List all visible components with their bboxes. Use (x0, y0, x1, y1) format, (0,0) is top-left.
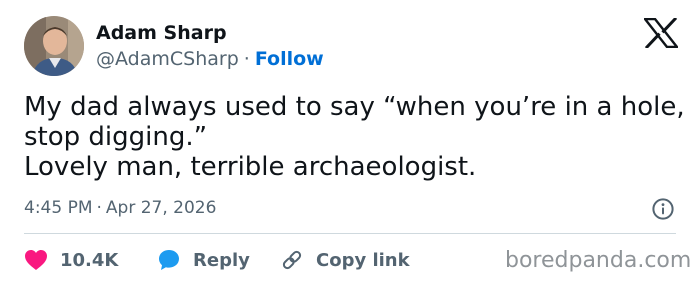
copy-link-button[interactable]: Copy link (280, 246, 410, 274)
follow-button[interactable]: Follow (255, 48, 324, 70)
info-icon[interactable] (651, 197, 675, 221)
author-handle-line: @AdamCSharp · Follow (96, 48, 324, 70)
tweet-time: 4:45 PM (24, 198, 93, 218)
tweet-date: Apr 27, 2026 (105, 198, 217, 218)
watermark: boredpanda.com (505, 248, 692, 273)
like-button[interactable]: 10.4K (24, 246, 118, 274)
tweet-line: Lovely man, terrible archaeologist. (24, 152, 477, 182)
author-name[interactable]: Adam Sharp (96, 22, 227, 44)
tweet-line: My dad always used to say “when you’re i… (24, 92, 685, 122)
copy-link-label: Copy link (316, 249, 410, 271)
reply-label: Reply (193, 249, 250, 271)
speech-bubble-icon (157, 248, 181, 272)
avatar[interactable] (24, 16, 84, 76)
link-icon (280, 248, 304, 272)
timestamp[interactable]: 4:45 PM · Apr 27, 2026 (24, 198, 216, 218)
author-handle[interactable]: @AdamCSharp (96, 48, 239, 70)
heart-icon (24, 249, 48, 271)
tweet-text: My dad always used to say “when you’re i… (24, 92, 685, 182)
x-logo-icon[interactable] (644, 18, 678, 48)
timestamp-separator: · (96, 198, 102, 218)
handle-separator: · (243, 48, 250, 70)
tweet-card: Adam Sharp @AdamCSharp · Follow My dad alw… (0, 0, 700, 287)
reply-button[interactable]: Reply (157, 246, 250, 274)
like-count: 10.4K (60, 249, 119, 271)
tweet-line: stop digging.” (24, 122, 208, 152)
divider (24, 233, 676, 234)
